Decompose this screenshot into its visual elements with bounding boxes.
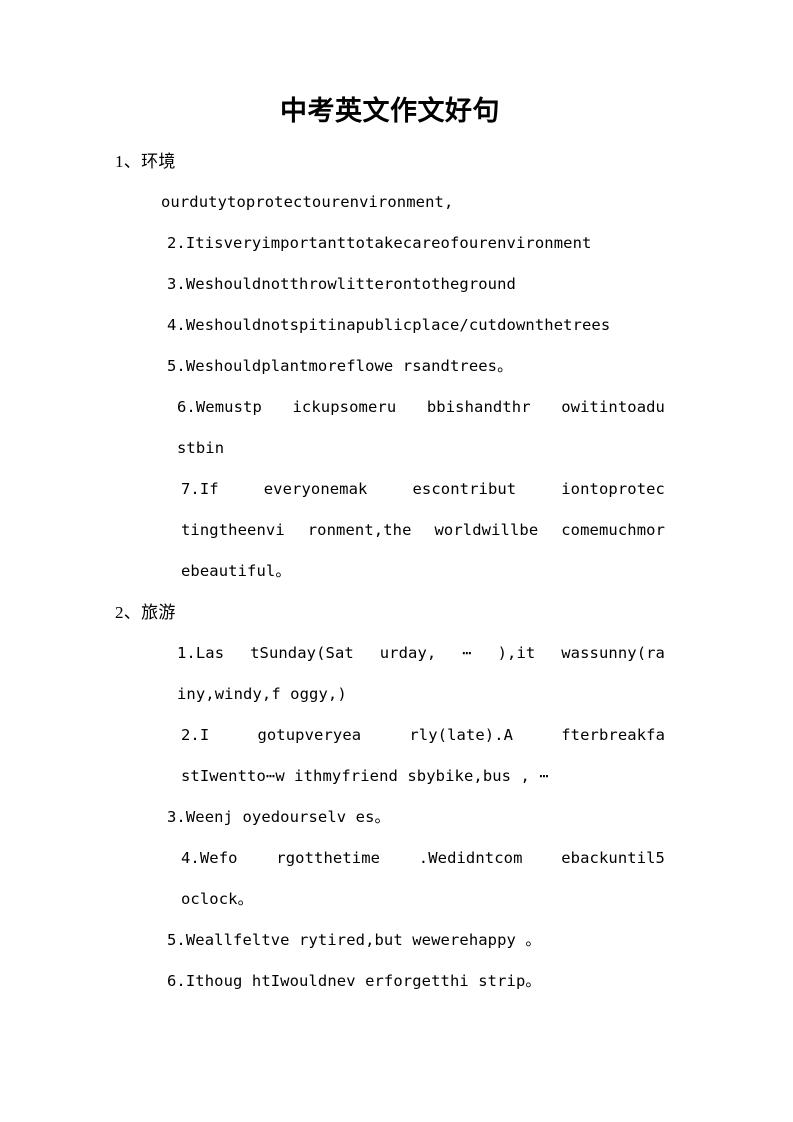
document-line-item: 1.Las tSunday(Sat urday, ⋯ ),it wassunny… (115, 633, 665, 715)
document-text-line: 1.Las tSunday(Sat urday, ⋯ ),it wassunny… (177, 644, 665, 662)
document-body: 中考英文作文好句 1、环境 ourdutytoprotectourenvironm… (115, 0, 665, 1002)
document-line-item: ourdutytoprotectourenvironment, (161, 193, 454, 211)
section-heading: 1、环境 (115, 152, 176, 171)
page-title: 中考英文作文好句 (280, 96, 500, 127)
document-line-item: 5.Weallfeltve rytired,but wewerehappy 。 (167, 931, 542, 949)
document-sections: 1、环境 ourdutytoprotectourenvironment, 2.Iti… (115, 141, 665, 1002)
document-line-item: 6.Ithoug htIwouldnev erforgetthi strip。 (167, 972, 542, 990)
document-line-item: 4.Wefo rgotthetime .Wedidntcom ebackunti… (115, 838, 665, 920)
document-text-line: stIwentto⋯w ithmyfriend sbybike,bus , ⋯ (181, 767, 549, 785)
document-text-line: 2.I gotupveryea rly(late).A fterbreakfa (181, 726, 665, 744)
document-line-item: 7.If everyonemak escontribut iontoprotec… (115, 469, 665, 592)
document-line-item: 3.Weenj oyedourselv es。 (167, 808, 391, 826)
document-text-line: iny,windy,f oggy,) (177, 685, 347, 703)
document-line-item: 5.Weshouldplantmoreflowe rsandtrees。 (167, 357, 513, 375)
document-line-item: 4.Weshouldnotspitinapublicplace/cutdownt… (167, 316, 611, 334)
document-line-item: 6.Wemustp ickupsomeru bbishandthr owitin… (115, 387, 665, 469)
document-text-line: stbin (177, 439, 225, 457)
document-text-line: 4.Wefo rgotthetime .Wedidntcom ebackunti… (181, 849, 665, 867)
document-section: 1、环境 ourdutytoprotectourenvironment, 2.Iti… (115, 141, 665, 592)
document-line-item: 3.Weshouldnotthrowlitterontotheground (167, 275, 516, 293)
section-heading: 2、旅游 (115, 603, 176, 622)
document-text-line: tingtheenvi ronment,the worldwillbe come… (181, 521, 665, 539)
document-text-line: 7.If everyonemak escontribut iontoprotec (181, 480, 665, 498)
document-page: 中考英文作文好句 1、环境 ourdutytoprotectourenvironm… (0, 0, 793, 1122)
document-text-line: ebeautiful。 (181, 562, 291, 580)
document-text-line: oclock。 (181, 890, 254, 908)
document-line-item: 2.Itisveryimportanttotakecareofourenviro… (167, 234, 592, 252)
document-line-item: 2.I gotupveryea rly(late).A fterbreakfa s… (115, 715, 665, 797)
document-text-line: 6.Wemustp ickupsomeru bbishandthr owitin… (177, 398, 665, 416)
document-section: 2、旅游 1.Las tSunday(Sat urday, ⋯ ),it wass… (115, 592, 665, 1002)
